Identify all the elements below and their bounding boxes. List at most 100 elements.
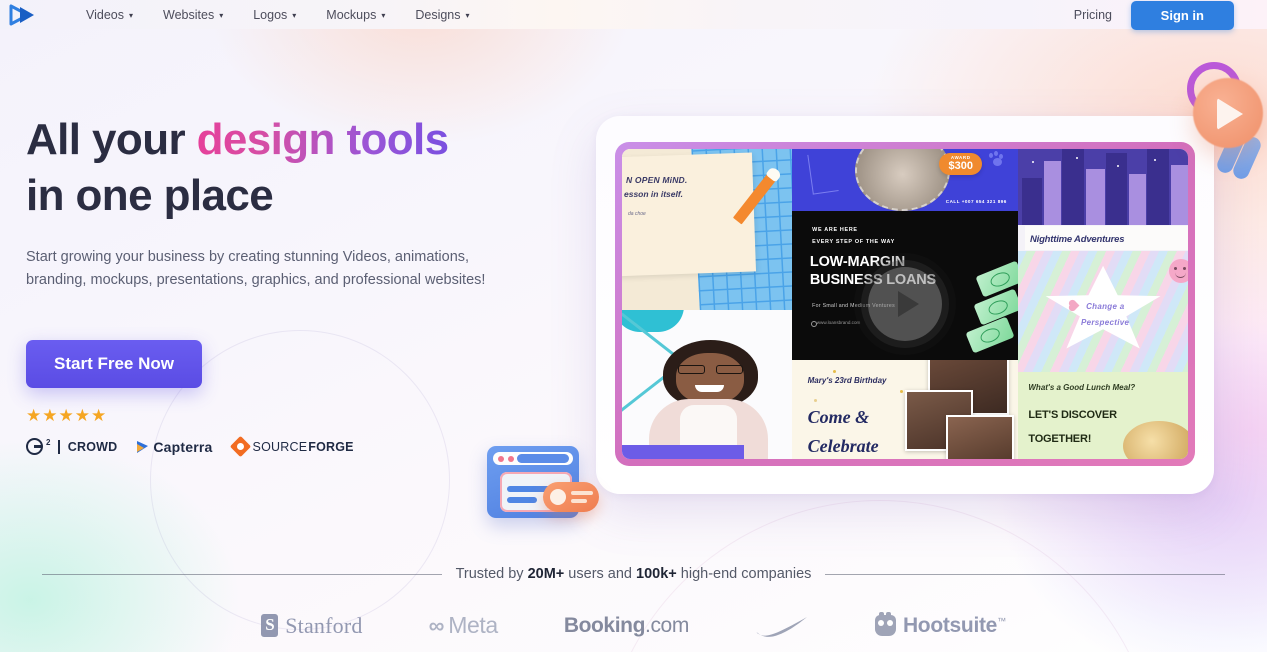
collage-column-right: Nighttime Adventures Change a Perspectiv… xyxy=(1018,149,1188,459)
page-title: All your design tools in one place xyxy=(26,112,546,224)
note-line-1: N OPEN MiND. xyxy=(626,175,688,185)
start-free-now-button[interactable]: Start Free Now xyxy=(26,340,202,389)
play-button-overlay[interactable] xyxy=(868,267,942,341)
birthday-line-1: Come & xyxy=(807,407,870,428)
lunch-line-2: TOGETHER! xyxy=(1028,432,1092,445)
divider xyxy=(58,439,60,454)
portrait-smile xyxy=(695,384,724,392)
landing-page: Videos ▾ Websites ▾ Logos ▾ Mockups ▾ De… xyxy=(0,0,1267,652)
nav-label: Logos xyxy=(253,7,288,22)
birthday-title: Mary's 23rd Birthday xyxy=(807,375,887,385)
perspective-card[interactable]: Change a Perspective xyxy=(1018,251,1188,373)
divider-line xyxy=(41,573,442,575)
city-label-bar: Nighttime Adventures xyxy=(1024,226,1188,251)
g2-crowd-label: CROWD xyxy=(67,439,118,454)
trusted-by-strip: Trusted by 20M+ users and 100k+ high-end… xyxy=(0,566,1267,582)
companies-count: 100k+ xyxy=(636,566,677,582)
trademark-mark: ™ xyxy=(997,615,1006,626)
nav-label: Designs xyxy=(415,7,461,22)
title-line2: in one place xyxy=(26,170,274,220)
nav-item-websites[interactable]: Websites ▾ xyxy=(163,8,223,22)
g2-crowd-badge[interactable]: 2 CROWD xyxy=(26,438,118,456)
stanford-label: Stanford xyxy=(285,612,363,638)
users-count: 20M+ xyxy=(527,566,565,582)
trusted-prefix: Trusted by xyxy=(455,566,528,582)
money-bill-icon xyxy=(965,316,1015,354)
nav-label: Mockups xyxy=(326,7,377,22)
booking-light: .com xyxy=(645,613,689,637)
hootsuite-text: Hootsuite xyxy=(902,613,998,637)
browser-illustration-icon xyxy=(487,442,599,524)
nav-item-pricing[interactable]: Pricing xyxy=(1074,8,1112,22)
nav-item-logos[interactable]: Logos ▾ xyxy=(253,8,296,22)
design-collage: N OPEN MiND. esson in itself. da choe AW… xyxy=(622,149,1188,459)
perspective-line-2: Perspective xyxy=(1081,317,1130,327)
lunch-meal-card[interactable]: What's a Good Lunch Meal? LET'S DISCOVER… xyxy=(1018,372,1188,459)
award-amount: $300 xyxy=(948,160,973,173)
brand-logo-stanford: Stanford xyxy=(261,613,362,639)
sourceforge-label-light: SOURCE xyxy=(252,439,308,454)
party-photo xyxy=(945,415,1014,459)
nav-item-mockups[interactable]: Mockups ▾ xyxy=(326,8,385,22)
pet-photo xyxy=(855,149,951,211)
loans-url: www.loansbrand.com xyxy=(810,319,861,327)
top-navigation-bar: Videos ▾ Websites ▾ Logos ▾ Mockups ▾ De… xyxy=(0,0,1267,30)
award-badge: AWARD $300 xyxy=(939,152,982,176)
brand-logo-meta: ∞ Meta xyxy=(428,612,499,639)
phone-number: CALL +007 654 321 896 xyxy=(945,198,1007,204)
title-line1-plain: All your xyxy=(26,115,197,164)
sourceforge-icon xyxy=(229,436,251,458)
sign-in-button[interactable]: Sign in xyxy=(1130,1,1234,30)
city-label-text: Nighttime Adventures xyxy=(1029,234,1125,246)
glasses-icon xyxy=(678,365,743,375)
hero-subtitle: Start growing your business by creating … xyxy=(26,248,486,288)
portrait-card[interactable] xyxy=(622,310,792,459)
g2-superscript: 2 xyxy=(46,438,51,448)
brand-logo-icon[interactable] xyxy=(6,0,40,29)
nav-label: Websites xyxy=(163,7,215,22)
trusted-middle: users and xyxy=(564,566,637,582)
meta-label: Meta xyxy=(448,612,498,638)
loans-headline-1: LOW-MARGIN xyxy=(809,254,906,271)
capterra-label: Capterra xyxy=(153,438,213,455)
loans-kicker-1: WE ARE HERE xyxy=(812,227,858,234)
nav-label: Videos xyxy=(86,7,124,22)
sourceforge-label-bold: FORGE xyxy=(308,439,354,454)
brand-logo-booking: Booking.com xyxy=(563,613,690,638)
arrow-decor xyxy=(807,151,839,195)
primary-nav-links: Videos ▾ Websites ▾ Logos ▾ Mockups ▾ De… xyxy=(86,8,470,22)
hero-device-frame: N OPEN MiND. esson in itself. da choe AW… xyxy=(596,116,1214,494)
lunch-question: What's a Good Lunch Meal? xyxy=(1028,382,1136,392)
trusted-suffix: high-end companies xyxy=(676,566,812,582)
stanford-seal-icon xyxy=(261,614,279,637)
sourceforge-badge[interactable]: SOURCE FORGE xyxy=(229,436,354,458)
meta-infinity-icon: ∞ xyxy=(428,612,445,638)
note-attribution: da choe xyxy=(628,211,646,217)
nike-swoosh-icon xyxy=(755,615,809,637)
booking-bold: Booking xyxy=(563,613,646,637)
birthday-invite-card[interactable]: Mary's 23rd Birthday Come & Celebrate xyxy=(791,359,1019,459)
loans-kicker-2: EVERY STEP OF THE WAY xyxy=(812,239,895,246)
star-rating: ★★★★★ xyxy=(26,406,108,426)
nav-label: Pricing xyxy=(1073,7,1112,22)
floating-play-icon xyxy=(1193,78,1263,148)
owl-icon xyxy=(874,612,896,636)
portrait-face xyxy=(676,353,745,404)
pet-award-banner[interactable]: AWARD $300 CALL +007 654 321 896 xyxy=(791,149,1019,211)
birthday-line-2: Celebrate xyxy=(807,436,879,457)
title-gradient-text: design tools xyxy=(196,115,450,164)
collage-frame: N OPEN MiND. esson in itself. da choe AW… xyxy=(615,142,1195,466)
capterra-badge[interactable]: Capterra xyxy=(137,439,212,455)
star-shape xyxy=(1045,265,1161,349)
purple-accent-bar xyxy=(622,444,745,459)
quote-note-card[interactable]: N OPEN MiND. esson in itself. da choe xyxy=(622,149,792,311)
divider-line xyxy=(825,573,1226,575)
perspective-line-1: Change a xyxy=(1086,302,1125,312)
nav-item-designs[interactable]: Designs ▾ xyxy=(415,8,469,22)
brand-logos-row: Stanford ∞ Meta Booking.com Hootsuite™ xyxy=(0,612,1267,639)
g2-circle-icon xyxy=(26,438,43,456)
nav-item-videos[interactable]: Videos ▾ xyxy=(86,8,133,22)
nighttime-adventures-card[interactable]: Nighttime Adventures xyxy=(1018,149,1188,252)
lunch-line-1: LET'S DISCOVER xyxy=(1028,408,1117,421)
trusted-by-text: Trusted by 20M+ users and 100k+ high-end… xyxy=(456,566,812,582)
